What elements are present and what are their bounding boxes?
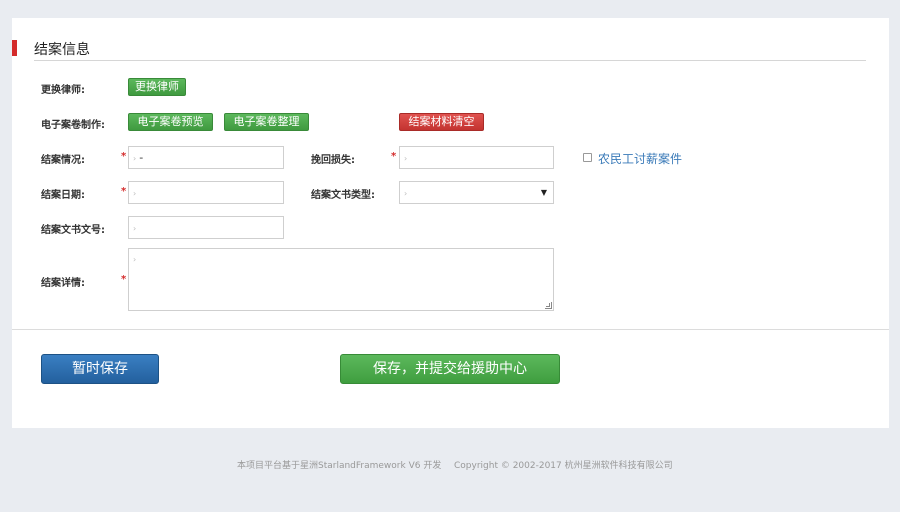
footer-copyright: Copyright © 2002-2017 杭州星洲软件科技有限公司 xyxy=(454,461,673,471)
doc-type-label: 结案文书类型: xyxy=(311,190,375,201)
ecase-organize-button[interactable]: 电子案卷整理 xyxy=(224,113,309,131)
clear-materials-button[interactable]: 结案材料清空 xyxy=(399,113,484,131)
text-caret-icon: › xyxy=(133,255,137,264)
text-caret-icon: › xyxy=(133,188,137,198)
form-divider xyxy=(12,329,889,330)
text-caret-icon: › xyxy=(133,153,137,163)
ecase-label: 电子案卷制作: xyxy=(41,120,105,131)
required-mark: * xyxy=(121,274,127,285)
close-date-input[interactable]: › xyxy=(128,181,284,204)
details-label: 结案详情: xyxy=(41,278,85,289)
section-accent-bar xyxy=(12,40,17,56)
ecase-preview-button[interactable]: 电子案卷预览 xyxy=(128,113,213,131)
migrant-wage-checkbox[interactable] xyxy=(583,153,592,162)
case-status-label: 结案情况: xyxy=(41,155,85,166)
doc-number-input[interactable]: › xyxy=(128,216,284,239)
case-status-input[interactable]: › - xyxy=(128,146,284,169)
change-lawyer-button[interactable]: 更换律师 xyxy=(128,78,186,96)
case-closing-panel: 结案信息 更换律师: 更换律师 电子案卷制作: 电子案卷预览 电子案卷整理 结案… xyxy=(12,18,889,428)
recovered-loss-label: 挽回损失: xyxy=(311,155,355,166)
text-caret-icon: › xyxy=(404,188,408,198)
required-mark: * xyxy=(391,151,397,162)
resize-handle-icon[interactable] xyxy=(545,302,552,309)
footer-framework-note: 本项目平台基于星洲StarlandFramework V6 开发 xyxy=(237,461,442,471)
save-submit-button[interactable]: 保存，并提交给援助中心 xyxy=(340,354,560,384)
section-title: 结案信息 xyxy=(34,42,90,58)
caret-down-icon: ▼ xyxy=(540,188,547,197)
migrant-wage-label[interactable]: 农民工讨薪案件 xyxy=(598,150,682,167)
recovered-loss-input[interactable]: › xyxy=(399,146,554,169)
doc-number-label: 结案文书文号: xyxy=(41,225,105,236)
change-lawyer-label: 更换律师: xyxy=(41,85,85,96)
doc-type-select[interactable]: › ▼ xyxy=(399,181,554,204)
temp-save-button[interactable]: 暂时保存 xyxy=(41,354,159,384)
required-mark: * xyxy=(121,186,127,197)
case-status-value: - xyxy=(139,151,144,164)
text-caret-icon: › xyxy=(404,153,408,163)
close-date-label: 结案日期: xyxy=(41,190,85,201)
section-divider xyxy=(34,60,866,61)
details-textarea[interactable]: › xyxy=(128,248,554,311)
text-caret-icon: › xyxy=(133,223,137,233)
required-mark: * xyxy=(121,151,127,162)
